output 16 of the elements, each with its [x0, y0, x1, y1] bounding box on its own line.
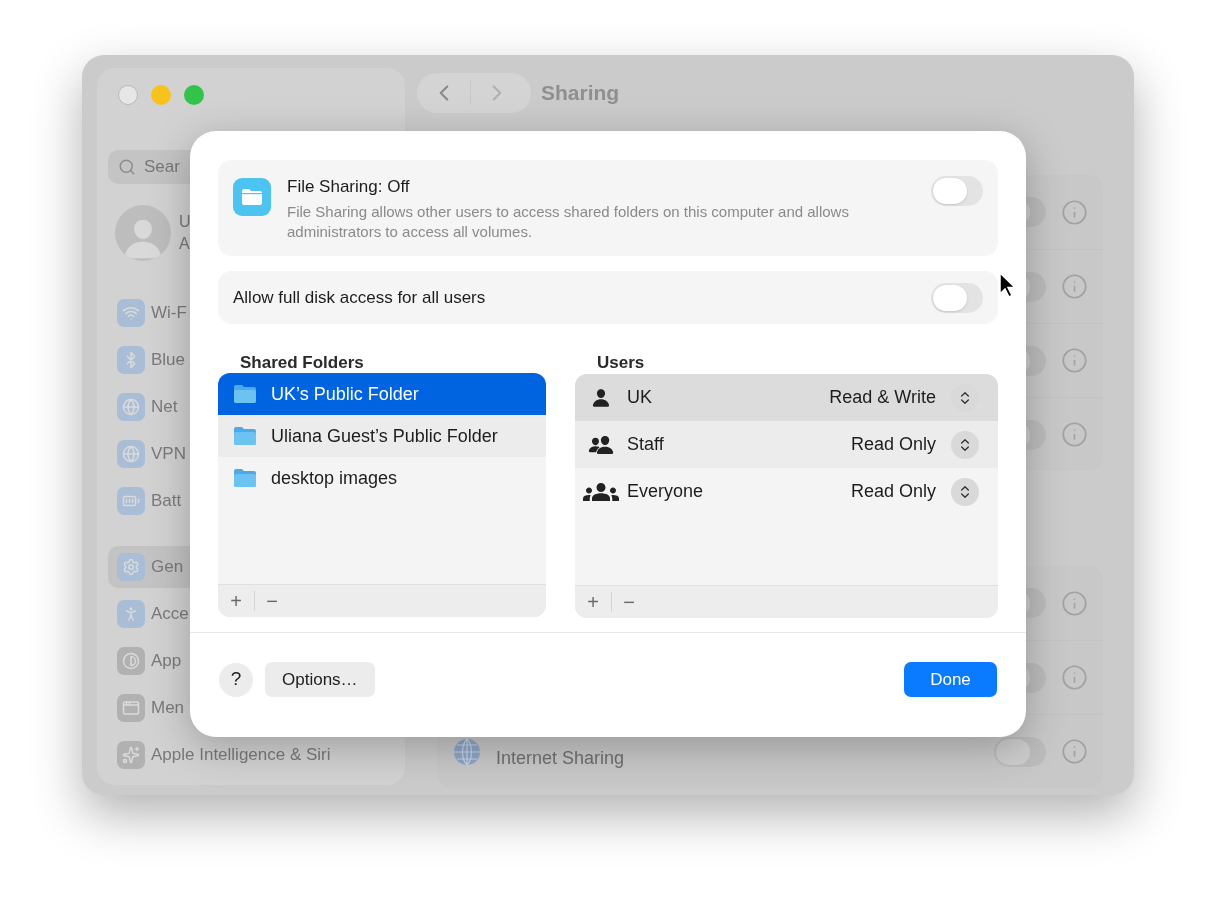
user-name: UK	[627, 386, 653, 409]
profile-subtitle: A	[179, 234, 191, 254]
profile-name: U	[179, 212, 191, 232]
user-name: Everyone	[627, 480, 705, 503]
search-placeholder: Sear	[144, 156, 180, 179]
section-heading: Shared Folders	[240, 352, 365, 374]
service-description: File Sharing allows other users to access shared folders on this computer and allows administrators to access all volumes.	[287, 202, 850, 242]
permission-value: Read & Write	[829, 386, 936, 409]
section-heading: Users	[597, 352, 646, 374]
permission-value: Read Only	[850, 433, 936, 456]
row-label: Internet Sharing	[496, 747, 625, 770]
service-title: File Sharing: Off	[287, 176, 411, 198]
window-title: Sharing	[541, 80, 620, 107]
user-name: Staff	[627, 433, 665, 456]
permission-value: Read Only	[850, 480, 936, 503]
setting-label: Allow full disk access for all users	[233, 286, 487, 309]
